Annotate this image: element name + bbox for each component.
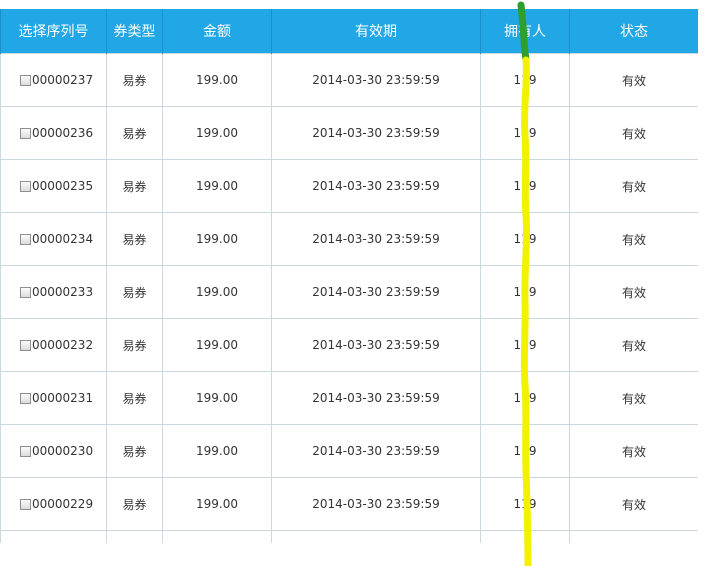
table-row: 00000237 易券 199.00 2014-03-30 23:59:59 1… — [0, 53, 698, 107]
expiry-cell: 2014-03-30 23:59:59 — [271, 159, 481, 213]
expiry-cell: 2014-03-30 23:59:59 — [271, 212, 481, 266]
serial-cell: 00000235 — [0, 159, 107, 213]
serial-cell: 00000234 — [0, 212, 107, 266]
serial-number: 00000229 — [32, 497, 94, 511]
serial-number: 00000230 — [32, 444, 94, 458]
row-select-checkbox[interactable] — [20, 128, 31, 139]
amount-cell: 199.00 — [162, 424, 272, 478]
amount-cell: 199.00 — [162, 159, 272, 213]
owner-cell: 119 — [480, 318, 570, 372]
table-body: 00000237 易券 199.00 2014-03-30 23:59:59 1… — [0, 53, 698, 543]
expiry-cell: 2014-03-30 23:59:59 — [271, 53, 481, 107]
serial-number: 00000234 — [32, 232, 94, 246]
type-cell: 易券 — [106, 212, 163, 266]
coupon-table-container: 选择序列号 券类型 金额 有效期 拥有人 状态 00000237 易券 199.… — [0, 9, 698, 543]
serial-cell: 00000232 — [0, 318, 107, 372]
row-select-checkbox[interactable] — [20, 393, 31, 404]
serial-number: 00000231 — [32, 391, 94, 405]
type-cell: 易券 — [106, 265, 163, 319]
type-cell: 易券 — [106, 371, 163, 425]
row-select-checkbox[interactable] — [20, 446, 31, 457]
status-cell: 有效 — [569, 477, 698, 531]
status-cell — [569, 530, 698, 543]
serial-cell: 00000236 — [0, 106, 107, 160]
type-cell: 易券 — [106, 477, 163, 531]
table-row: 00000231 易券 199.00 2014-03-30 23:59:59 1… — [0, 371, 698, 425]
serial-number: 00000237 — [32, 73, 94, 87]
amount-cell: 199.00 — [162, 477, 272, 531]
column-header-status: 状态 — [569, 9, 698, 54]
serial-number: 00000233 — [32, 285, 94, 299]
serial-cell: 00000229 — [0, 477, 107, 531]
expiry-cell: 2014-03-30 23:59:59 — [271, 265, 481, 319]
amount-cell: 199.00 — [162, 106, 272, 160]
table-header-row: 选择序列号 券类型 金额 有效期 拥有人 状态 — [0, 9, 698, 54]
type-cell: 易券 — [106, 53, 163, 107]
column-header-serial: 选择序列号 — [0, 9, 107, 54]
serial-cell: 00000231 — [0, 371, 107, 425]
serial-number: 00000236 — [32, 126, 94, 140]
row-select-checkbox[interactable] — [20, 287, 31, 298]
status-cell: 有效 — [569, 212, 698, 266]
table-row: 00000233 易券 199.00 2014-03-30 23:59:59 1… — [0, 265, 698, 319]
expiry-cell: 2014-03-30 23:59:59 — [271, 477, 481, 531]
owner-cell: 119 — [480, 106, 570, 160]
row-select-checkbox[interactable] — [20, 499, 31, 510]
serial-number: 00000235 — [32, 179, 94, 193]
row-select-checkbox[interactable] — [20, 340, 31, 351]
row-select-checkbox[interactable] — [20, 234, 31, 245]
column-header-expiry: 有效期 — [271, 9, 481, 54]
owner-cell: 119 — [480, 265, 570, 319]
type-cell — [106, 530, 163, 543]
amount-cell: 199.00 — [162, 318, 272, 372]
amount-cell: 199.00 — [162, 265, 272, 319]
status-cell: 有效 — [569, 318, 698, 372]
table-row: 00000229 易券 199.00 2014-03-30 23:59:59 1… — [0, 477, 698, 531]
column-header-amount: 金额 — [162, 9, 272, 54]
table-row: 00000235 易券 199.00 2014-03-30 23:59:59 1… — [0, 159, 698, 213]
table-row: 00000234 易券 199.00 2014-03-30 23:59:59 1… — [0, 212, 698, 266]
amount-cell: 199.00 — [162, 371, 272, 425]
table-row-partial — [0, 530, 698, 543]
row-select-checkbox[interactable] — [20, 75, 31, 86]
status-cell: 有效 — [569, 424, 698, 478]
serial-cell — [0, 530, 107, 543]
amount-cell: 199.00 — [162, 212, 272, 266]
owner-cell: 119 — [480, 159, 570, 213]
coupon-table: 选择序列号 券类型 金额 有效期 拥有人 状态 00000237 易券 199.… — [0, 9, 698, 543]
expiry-cell — [271, 530, 481, 543]
owner-cell: 119 — [480, 371, 570, 425]
serial-cell: 00000233 — [0, 265, 107, 319]
serial-cell: 00000230 — [0, 424, 107, 478]
status-cell: 有效 — [569, 159, 698, 213]
status-cell: 有效 — [569, 53, 698, 107]
serial-cell: 00000237 — [0, 53, 107, 107]
status-cell: 有效 — [569, 371, 698, 425]
expiry-cell: 2014-03-30 23:59:59 — [271, 318, 481, 372]
row-select-checkbox[interactable] — [20, 181, 31, 192]
serial-number: 00000232 — [32, 338, 94, 352]
column-header-owner: 拥有人 — [480, 9, 570, 54]
owner-cell: 119 — [480, 53, 570, 107]
expiry-cell: 2014-03-30 23:59:59 — [271, 371, 481, 425]
type-cell: 易券 — [106, 318, 163, 372]
table-row: 00000230 易券 199.00 2014-03-30 23:59:59 1… — [0, 424, 698, 478]
amount-cell — [162, 530, 272, 543]
owner-cell: 119 — [480, 212, 570, 266]
expiry-cell: 2014-03-30 23:59:59 — [271, 424, 481, 478]
table-row: 00000236 易券 199.00 2014-03-30 23:59:59 1… — [0, 106, 698, 160]
column-header-type: 券类型 — [106, 9, 163, 54]
status-cell: 有效 — [569, 265, 698, 319]
type-cell: 易券 — [106, 424, 163, 478]
owner-cell: 119 — [480, 424, 570, 478]
owner-cell: 119 — [480, 477, 570, 531]
type-cell: 易券 — [106, 159, 163, 213]
owner-cell — [480, 530, 570, 543]
table-row: 00000232 易券 199.00 2014-03-30 23:59:59 1… — [0, 318, 698, 372]
expiry-cell: 2014-03-30 23:59:59 — [271, 106, 481, 160]
status-cell: 有效 — [569, 106, 698, 160]
type-cell: 易券 — [106, 106, 163, 160]
amount-cell: 199.00 — [162, 53, 272, 107]
